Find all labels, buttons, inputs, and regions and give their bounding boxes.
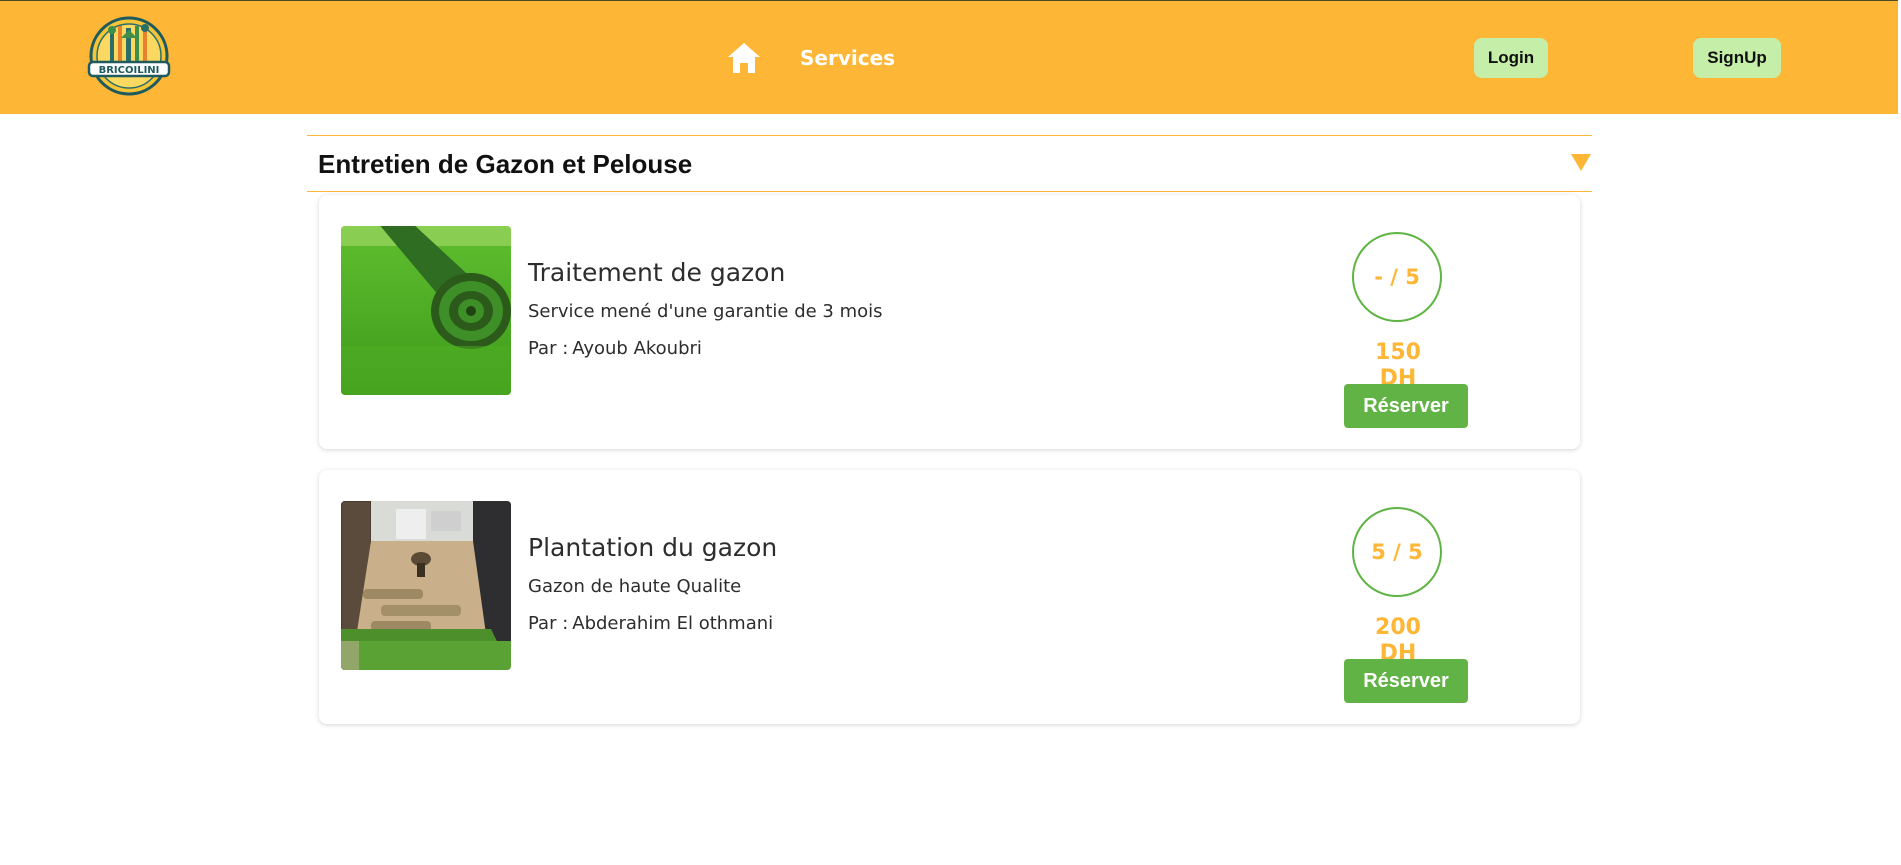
provider-name: Ayoub Akoubri (572, 338, 702, 359)
service-image (341, 226, 511, 395)
service-image (341, 501, 511, 670)
login-button[interactable]: Login (1474, 38, 1548, 78)
signup-button[interactable]: SignUp (1693, 38, 1781, 78)
reserve-button[interactable]: Réserver (1344, 384, 1468, 428)
rating-badge: 5 / 5 (1352, 507, 1442, 597)
category-title: Entretien de Gazon et Pelouse (318, 149, 693, 179)
rating-badge: - / 5 (1352, 232, 1442, 322)
provider-label: Par : (528, 338, 569, 359)
nav-services-link[interactable]: Services (800, 45, 895, 71)
service-title: Traitement de gazon (528, 258, 786, 287)
service-provider: Par : Abderahim El othmani (528, 613, 773, 635)
logo-text: BRICOILINI (99, 65, 160, 76)
provider-name: Abderahim El othmani (572, 613, 774, 634)
reserve-button[interactable]: Réserver (1344, 659, 1468, 703)
provider-label: Par : (528, 613, 569, 634)
home-icon[interactable] (726, 41, 762, 75)
top-navbar: BRICOILINI Services Login SignUp (0, 0, 1898, 114)
service-provider: Par : Ayoub Akoubri (528, 338, 702, 360)
category-accordion-header[interactable]: Entretien de Gazon et Pelouse (307, 135, 1592, 192)
page: BRICOILINI Services Login SignUp Entreti… (0, 0, 1901, 865)
service-description: Service mené d'une garantie de 3 mois (528, 301, 883, 322)
caret-down-icon[interactable] (1570, 152, 1592, 172)
service-description: Gazon de haute Qualite (528, 576, 742, 597)
service-card: Plantation du gazon Gazon de haute Quali… (319, 470, 1580, 724)
bricoilini-logo[interactable]: BRICOILINI (85, 16, 173, 98)
service-title: Plantation du gazon (528, 533, 778, 562)
service-card: Traitement de gazon Service mené d'une g… (319, 195, 1580, 449)
